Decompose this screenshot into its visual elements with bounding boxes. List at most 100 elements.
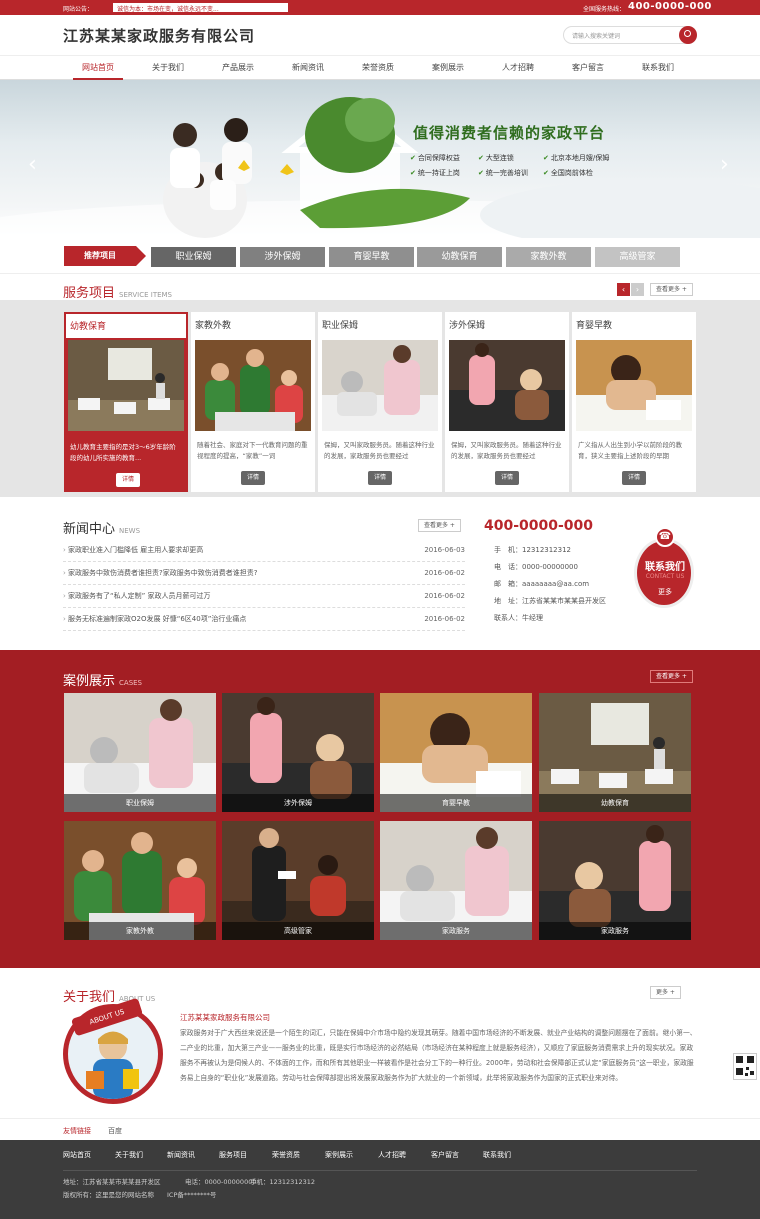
- notice-text[interactable]: 诚信为本：市场在变，诚信永远不变...: [113, 3, 288, 13]
- case-caption: 家政服务: [380, 922, 532, 940]
- recommend-tab[interactable]: 幼教保育: [417, 247, 502, 267]
- footer-nav-link[interactable]: 荣誉资质: [272, 1150, 300, 1160]
- service-card-image: [195, 340, 311, 431]
- service-card[interactable]: 涉外保姆 保姆，又叫家政服务员。随着这种行业的发展，家政服务员也要经过 详情: [445, 312, 569, 492]
- nav-about[interactable]: 关于我们: [143, 56, 193, 80]
- case-item[interactable]: 涉外保姆: [222, 693, 374, 812]
- news-item-title[interactable]: 家政服务有了“私人定制” 家政人员月薪可过万: [68, 592, 210, 600]
- cases-subtitle: CASES: [119, 679, 143, 687]
- service-card-desc: 保姆，又叫家政服务员。随着这种行业的发展，家政服务员也要经过: [324, 441, 435, 460]
- nav-products[interactable]: 产品展示: [213, 56, 263, 80]
- news-heading: 新闻中心 NEWS: [63, 518, 140, 537]
- news-item[interactable]: › 服务无标准遍制家政O2O发展 好慷“6区40项”治行业痛点 2016-06-0…: [63, 609, 465, 631]
- contact-tel: 电 话：0000-00000000: [494, 563, 578, 571]
- news-item-title[interactable]: 家政职业准入门槛降低 雇主用人要求却更高: [68, 546, 203, 554]
- service-card-detail-button[interactable]: 详情: [495, 471, 519, 485]
- news-item[interactable]: › 家政服务有了“私人定制” 家政人员月薪可过万 2016-06-02: [63, 586, 465, 608]
- recommend-tab[interactable]: 家教外教: [506, 247, 591, 267]
- news-item-title[interactable]: 服务无标准遍制家政O2O发展 好慷“6区40项”治行业痛点: [68, 615, 246, 623]
- services-prev-icon[interactable]: ‹: [617, 283, 630, 296]
- footer-nav-link[interactable]: 网站首页: [63, 1150, 91, 1160]
- nav-cases[interactable]: 案例展示: [423, 56, 473, 80]
- banner-tagline: 值得消费者信赖的家政平台: [413, 124, 606, 142]
- hotline-label: 全国服务热线：: [583, 6, 626, 13]
- contact-badge[interactable]: ☎ 联系我们 CONTACT US 更多: [634, 527, 694, 608]
- footer-nav-link[interactable]: 新闻资讯: [167, 1150, 195, 1160]
- services-title: 服务项目: [63, 286, 116, 301]
- footer-nav-link[interactable]: 人才招聘: [378, 1150, 406, 1160]
- news-item[interactable]: › 家政服务中致伤消费者谁担责?家政服务中致伤消费者谁担责? 2016-06-02: [63, 563, 465, 585]
- search-icon[interactable]: [679, 26, 697, 44]
- services-next-icon[interactable]: ›: [631, 283, 644, 296]
- news-item-date: 2016-06-02: [424, 592, 465, 600]
- banner-feature: 统一持证上岗: [410, 168, 460, 178]
- footer-copyright: 版权所有：这里是您的网站名称: [63, 1191, 154, 1199]
- footer-tel: 电话：0000-00000000: [185, 1178, 257, 1186]
- recommend-tab[interactable]: 职业保姆: [151, 247, 236, 267]
- nav-home[interactable]: 网站首页: [73, 56, 123, 80]
- nav-contact[interactable]: 联系我们: [633, 56, 683, 80]
- case-item[interactable]: 高级管家: [222, 821, 374, 940]
- case-item[interactable]: 家教外教: [64, 821, 216, 940]
- qr-code[interactable]: [733, 1053, 757, 1080]
- contact-email: 邮 箱：aaaaaaaa@aa.com: [494, 580, 590, 588]
- banner-feature: 统一完善培训: [478, 168, 528, 178]
- footer-nav-link[interactable]: 联系我们: [483, 1150, 511, 1160]
- service-card-title: 幼教保育: [66, 314, 186, 338]
- footer-nav-link[interactable]: 关于我们: [115, 1150, 143, 1160]
- service-card-image: [322, 340, 438, 431]
- friend-link[interactable]: 百度: [108, 1126, 122, 1136]
- service-card[interactable]: 职业保姆 保姆，又叫家政服务员。随着这种行业的发展，家政服务员也要经过 详情: [318, 312, 442, 492]
- company-logo[interactable]: 江苏某某家政服务有限公司: [63, 25, 255, 46]
- case-item[interactable]: 育婴早教: [380, 693, 532, 812]
- hotline-number: 400-0000-000: [628, 1, 712, 12]
- service-card-detail-button[interactable]: 详情: [116, 473, 140, 487]
- banner-illustration: [0, 97, 760, 238]
- footer-mobile: 手机：12312312312: [250, 1178, 315, 1186]
- banner-feature: 全国岗前体检: [543, 168, 593, 178]
- service-card-desc: 广义指从人出生到小学以前阶段的教育，狭义主要指上述阶段的早期: [578, 441, 682, 460]
- case-item[interactable]: 职业保姆: [64, 693, 216, 812]
- service-card-detail-button[interactable]: 详情: [368, 471, 392, 485]
- about-more-button[interactable]: 更多: [650, 986, 681, 999]
- service-card[interactable]: 育婴早教 广义指从人出生到小学以前阶段的教育，狭义主要指上述阶段的早期 详情: [572, 312, 696, 492]
- search-input[interactable]: 请输入搜索关键词: [563, 26, 697, 44]
- nav-honors[interactable]: 荣誉资质: [353, 56, 403, 80]
- about-title: 关于我们: [63, 990, 116, 1005]
- friend-links-label: 友情链接: [63, 1127, 91, 1135]
- banner-next-icon[interactable]: ›: [720, 152, 729, 177]
- hero-banner: ‹ › 值得消费者信赖的家政平台 合同保障权益 大型连锁 北京本地月嫂/保姆 统…: [0, 80, 760, 238]
- service-card-detail-button[interactable]: 详情: [241, 471, 265, 485]
- service-card[interactable]: 幼教保育 幼儿教育主要指的是对3～6岁年龄阶段的幼儿所实施的教育... 详情: [64, 312, 188, 492]
- recommend-tab[interactable]: 育婴早教: [329, 247, 414, 267]
- service-card[interactable]: 家教外教 随着社会、家庭对下一代教育问题的重视程度的提高，“家教”一词 详情: [191, 312, 315, 492]
- nav-news[interactable]: 新闻资讯: [283, 56, 333, 80]
- news-subtitle: NEWS: [119, 527, 141, 535]
- case-item[interactable]: 家政服务: [539, 821, 691, 940]
- contact-more-link[interactable]: 更多: [637, 587, 693, 597]
- recommend-tab[interactable]: 涉外保姆: [240, 247, 325, 267]
- case-caption: 家教外教: [64, 922, 216, 940]
- footer-nav-link[interactable]: 客户留言: [431, 1150, 459, 1160]
- cases-more-button[interactable]: 查看更多: [650, 670, 693, 683]
- service-card-detail-button[interactable]: 详情: [622, 471, 646, 485]
- case-item[interactable]: 幼教保育: [539, 693, 691, 812]
- contact-mobile: 手 机：12312312312: [494, 546, 571, 554]
- news-item[interactable]: › 家政职业准入门槛降低 雇主用人要求却更高 2016-06-03: [63, 540, 465, 562]
- news-item-title[interactable]: 家政服务中致伤消费者谁担责?家政服务中致伤消费者谁担责?: [68, 569, 257, 577]
- footer-icp[interactable]: ICP备********号: [167, 1189, 216, 1199]
- banner-prev-icon[interactable]: ‹: [28, 152, 37, 177]
- case-item[interactable]: 家政服务: [380, 821, 532, 940]
- recommend-tab[interactable]: 高级管家: [595, 247, 680, 267]
- nav-message[interactable]: 客户留言: [563, 56, 613, 80]
- service-card-desc: 随着社会、家庭对下一代教育问题的重视程度的提高，“家教”一词: [197, 441, 308, 460]
- banner-feature: 北京本地月嫂/保姆: [543, 153, 609, 163]
- nav-jobs[interactable]: 人才招聘: [493, 56, 543, 80]
- services-more-button[interactable]: 查看更多: [650, 283, 693, 296]
- footer-nav-link[interactable]: 案例展示: [325, 1150, 353, 1160]
- news-item-date: 2016-06-03: [424, 546, 465, 554]
- services-subtitle: SERVICE ITEMS: [119, 291, 172, 299]
- footer-nav-link[interactable]: 服务项目: [219, 1150, 247, 1160]
- news-more-button[interactable]: 查看更多: [418, 519, 461, 532]
- banner-feature: 大型连锁: [478, 153, 514, 163]
